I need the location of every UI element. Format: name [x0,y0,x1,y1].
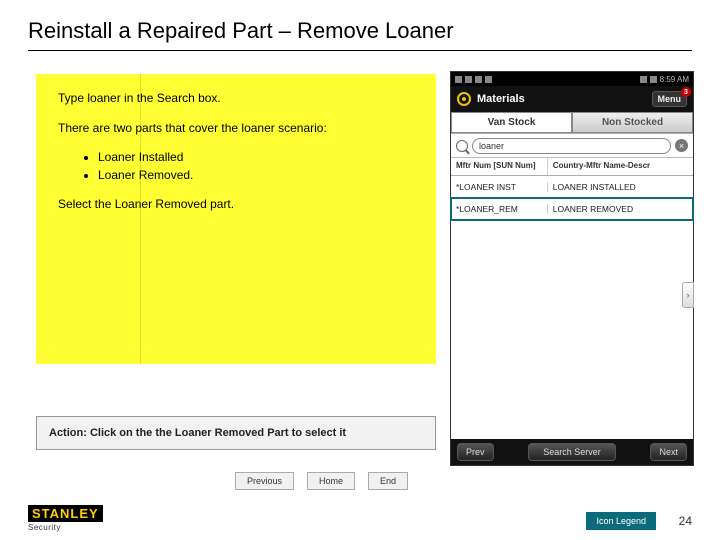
content-area: Type loaner in the Search box. There are… [18,74,698,462]
next-button[interactable]: Next [650,443,687,461]
note-line-2: There are two parts that cover the loane… [58,120,414,136]
col-mftr: Mftr Num [SUN Num] [451,158,548,175]
search-server-button[interactable]: Search Server [528,443,616,461]
brand-name: STANLEY [28,505,103,522]
page-number: 24 [679,514,692,528]
cell-desc: LOANER INSTALLED [548,182,693,192]
note-bullet-1: Loaner Installed [98,150,414,164]
clear-search-icon[interactable]: × [675,139,688,152]
note-bullet-2: Loaner Removed. [98,168,414,182]
side-tab-expand[interactable] [682,282,694,308]
signal-icon [455,76,462,83]
col-desc: Country-Mftr Name-Descr [548,158,693,175]
cell-mftr: *LOANER_REM [451,204,548,214]
action-callout: Action: Click on the the Loaner Removed … [36,416,436,450]
search-icon [456,140,468,152]
target-icon [457,92,471,106]
statusbar-left-icons [455,76,492,83]
page-title: Reinstall a Repaired Part – Remove Loane… [0,0,720,50]
phone-bottombar: Prev Search Server Next [451,439,693,465]
column-headers: Mftr Num [SUN Num] Country-Mftr Name-Des… [451,158,693,176]
tab-non-stocked[interactable]: Non Stocked [572,112,693,133]
nav-end[interactable]: End [368,472,408,490]
instruction-note: Type loaner in the Search box. There are… [36,74,436,364]
results-area: *LOANER INST LOANER INSTALLED *LOANER_RE… [451,176,693,396]
nav-home[interactable]: Home [307,472,355,490]
statusbar-right: 8:59 AM [640,75,689,84]
cell-desc: LOANER REMOVED [548,204,693,214]
title-rule [28,50,692,51]
menu-button[interactable]: Menu 3 [652,91,688,107]
sync2-icon [485,76,492,83]
search-input[interactable] [472,138,671,154]
search-row: × [451,134,693,158]
note-divider [140,74,141,364]
prev-button[interactable]: Prev [457,443,494,461]
wifi-icon [465,76,472,83]
statusbar-time: 8:59 AM [660,75,689,84]
phone-mock: 8:59 AM Materials Menu 3 Van Stock Non S… [450,71,694,466]
slide-nav: Previous Home End [235,472,408,490]
note-line-1: Type loaner in the Search box. [58,90,414,106]
bars-icon [640,76,647,83]
note-line-3: Select the Loaner Removed part. [58,196,414,212]
table-row[interactable]: *LOANER_REM LOANER REMOVED [451,198,693,220]
sync-icon [475,76,482,83]
phone-tabs: Van Stock Non Stocked [451,112,693,134]
note-bullets: Loaner Installed Loaner Removed. [98,150,414,182]
menu-label: Menu [658,94,682,104]
nav-previous[interactable]: Previous [235,472,294,490]
menu-badge: 3 [681,87,691,97]
phone-appbar: Materials Menu 3 [451,86,693,112]
brand: STANLEY Security [28,505,103,532]
cell-mftr: *LOANER INST [451,182,548,192]
appbar-title: Materials [477,93,525,105]
brand-sub: Security [28,523,103,532]
table-row[interactable]: *LOANER INST LOANER INSTALLED [451,176,693,198]
icon-legend-button[interactable]: Icon Legend [586,512,656,530]
tab-van-stock[interactable]: Van Stock [451,112,572,133]
phone-statusbar: 8:59 AM [451,72,693,86]
footer: STANLEY Security Icon Legend 24 [0,504,720,540]
battery-icon [650,76,657,83]
